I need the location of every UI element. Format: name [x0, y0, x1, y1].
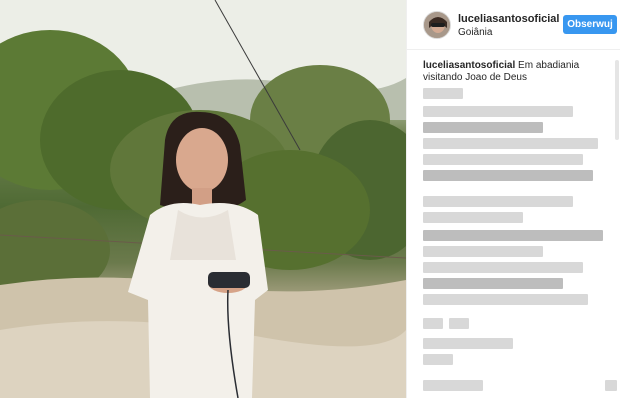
- post-side-panel: luceliasantosoficial Goiânia Obserwuj lu…: [406, 0, 620, 398]
- blurred-comment-line: [449, 318, 469, 329]
- blurred-comment-line: [423, 138, 598, 149]
- blurred-comment-line: [423, 212, 523, 223]
- post-location[interactable]: Goiânia: [458, 27, 492, 38]
- person-face: [176, 128, 228, 192]
- held-device: [208, 272, 250, 288]
- person-lace-top: [170, 210, 236, 260]
- post-username[interactable]: luceliasantosoficial: [458, 13, 559, 25]
- caption-username[interactable]: luceliasantosoficial: [423, 60, 515, 71]
- blurred-comment-line: [423, 196, 573, 207]
- blurred-comment-line: [605, 380, 617, 391]
- avatar[interactable]: [423, 11, 451, 39]
- avatar-photo-icon: [424, 12, 450, 38]
- blurred-comment-line: [423, 170, 593, 181]
- blurred-comment-line: [423, 230, 603, 241]
- post-photo[interactable]: [0, 0, 406, 398]
- post-caption: luceliasantosoficial Em abadiania visita…: [423, 60, 603, 84]
- blurred-comment-line: [423, 318, 443, 329]
- blurred-comment-line: [423, 106, 573, 117]
- follow-button[interactable]: Obserwuj: [563, 15, 617, 34]
- blurred-comment-line: [423, 246, 543, 257]
- person-neck: [192, 188, 212, 206]
- blurred-comment-line: [423, 278, 563, 289]
- post-header: luceliasantosoficial Goiânia Obserwuj: [407, 0, 620, 50]
- blurred-comment-line: [423, 354, 453, 365]
- blurred-comment-line: [423, 380, 483, 391]
- comments-blurred: [421, 82, 617, 398]
- blurred-comment-line: [423, 294, 588, 305]
- blurred-comment-line: [423, 262, 583, 273]
- photo-illustration: [0, 0, 406, 398]
- blurred-comment-line: [423, 88, 463, 99]
- blurred-comment-line: [423, 154, 583, 165]
- comments-scrollbar[interactable]: [615, 60, 619, 140]
- blurred-comment-line: [423, 122, 543, 133]
- blurred-comment-line: [423, 338, 513, 349]
